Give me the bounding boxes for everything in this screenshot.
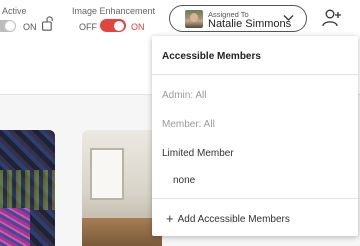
member-item-admin[interactable]: Admin: All <box>162 90 206 101</box>
add-accessible-members-button[interactable]: + Add Accessible Members <box>166 210 290 226</box>
add-accessible-members-label: Add Accessible Members <box>177 214 290 225</box>
assigned-to-select[interactable]: Assigned To Natalie Simmons <box>169 5 307 32</box>
chevron-down-icon <box>283 15 294 21</box>
photo-detail <box>0 170 55 210</box>
limited-member-value: none <box>173 175 196 186</box>
active-on-label: ON <box>23 22 37 32</box>
image-enhancement-toggle[interactable] <box>100 19 126 32</box>
photo-detail <box>82 218 162 246</box>
active-label: Active <box>2 6 27 16</box>
unlock-icon[interactable] <box>42 16 53 31</box>
room-thumbnail[interactable] <box>82 130 162 246</box>
avatar <box>185 10 203 28</box>
photo-detail <box>90 148 124 200</box>
dropdown-title: Accessible Members <box>162 51 261 62</box>
image-enhancement-on-label: ON <box>131 22 145 32</box>
toggle-knob <box>114 20 124 31</box>
image-enhancement-off-label: OFF <box>79 22 97 32</box>
photo-detail <box>0 208 30 246</box>
plus-icon: + <box>166 211 174 226</box>
divider <box>152 198 358 199</box>
member-item-limited[interactable]: Limited Member <box>162 148 234 159</box>
room-thumbnail[interactable] <box>0 130 55 246</box>
toggle-knob <box>5 21 15 31</box>
accessible-members-dropdown: Accessible Members Admin: All Member: Al… <box>152 36 358 236</box>
active-toggle[interactable] <box>0 20 16 32</box>
person-add-icon[interactable] <box>321 8 343 28</box>
assigned-user-name: Natalie Simmons <box>208 18 292 30</box>
image-enhancement-label: Image Enhancement <box>72 6 156 16</box>
member-item-member[interactable]: Member: All <box>162 119 215 130</box>
divider <box>152 74 358 75</box>
avatar-face <box>190 13 198 22</box>
